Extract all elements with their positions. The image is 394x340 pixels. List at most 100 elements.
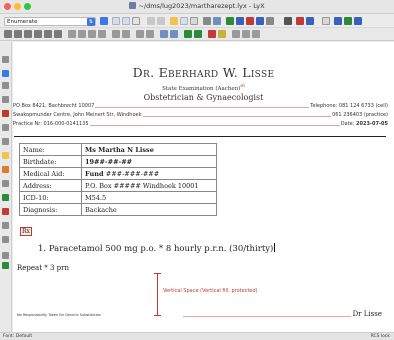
operators-icon[interactable] [170,30,178,38]
postal-address: PO Box 8421, Bachbrecht 10007 [13,103,96,109]
text-style-icon[interactable] [242,30,250,38]
find-icon[interactable] [203,17,211,25]
paragraph-settings-icon[interactable] [252,30,260,38]
sidebar-tool-icon[interactable] [2,252,9,259]
paragraph-style-select[interactable]: Enumerate ⇅ [4,17,96,26]
label-icon[interactable] [306,17,314,25]
left-sidebar [0,42,12,332]
sidebar-tool-icon[interactable] [2,262,9,269]
table-value[interactable]: M54.5 [81,191,217,204]
sidebar-tool-icon[interactable] [2,96,9,103]
integral-icon[interactable] [122,30,130,38]
table-value[interactable]: 19##-##-## [81,155,217,168]
cut-icon[interactable] [170,17,178,25]
relations-icon[interactable] [184,30,192,38]
lyx-document-icon [129,2,137,9]
delimiter-icon[interactable] [136,30,144,38]
align-left-icon[interactable] [4,30,12,38]
sidebar-tool-icon[interactable] [2,152,9,159]
vertical-space-label: Vertical Space (Vertical fill, protected… [163,288,258,294]
open-document-icon[interactable] [112,17,120,25]
table-row: Medical Aid: Fund ###-###-### [19,167,217,180]
table-value[interactable]: P.O. Box ##### Windhoek 10001 [81,179,217,192]
address-row-3: Practice Nr: 016-000-0141135 Date: 2023-… [13,120,394,129]
math-icon[interactable] [256,17,264,25]
table-row: ICD-10: M54.5 [19,191,217,204]
view-icon[interactable] [322,17,330,25]
align-right-icon[interactable] [24,30,32,38]
align-center-icon[interactable] [14,30,22,38]
responsibility-note: No Responsibility Taken for Generic Subs… [17,313,102,317]
qualification-line: State Examination (Aachen)el [162,83,245,92]
table-value[interactable]: Backache [81,203,217,216]
practice-telephone: 061 236403 (practice) [331,112,388,118]
sidebar-tool-icon[interactable] [2,110,9,117]
greek-icon[interactable] [160,30,168,38]
toggle-source-icon[interactable] [354,17,362,25]
print-icon[interactable] [132,17,140,25]
sidebar-tool-icon[interactable] [2,194,9,201]
fraction-icon[interactable] [68,30,76,38]
spellcheck-icon[interactable] [226,17,234,25]
noun-icon[interactable] [246,17,254,25]
table-label: Diagnosis: [19,203,82,216]
dots-icon[interactable] [218,30,226,38]
footnote-marker[interactable]: el [240,83,245,89]
table-value[interactable]: Ms Martha N Lisse [81,143,217,156]
table-row: Birthdate: 19##-##-## [19,155,217,168]
sqrt-icon[interactable] [78,30,86,38]
sidebar-tool-icon[interactable] [2,180,9,187]
sidebar-tool-icon[interactable] [2,166,9,173]
table-value[interactable]: Fund ###-###-### [81,167,217,180]
table-icon[interactable] [266,17,274,25]
font-change-icon[interactable] [232,30,240,38]
replace-icon[interactable] [213,17,221,25]
rx-inset[interactable]: Rx [20,227,32,236]
sidebar-tool-icon[interactable] [2,208,9,215]
table-row: Address: P.O. Box ##### Windhoek 10001 [19,179,217,192]
patient-info-table[interactable]: Name: Ms Martha N Lisse Birthdate: 19##-… [19,143,217,216]
sidebar-tool-icon[interactable] [2,70,9,77]
sidebar-tool-icon[interactable] [2,236,9,243]
sum-operator-icon[interactable] [112,30,120,38]
increase-depth-icon[interactable] [54,30,62,38]
sum-icon[interactable] [284,17,292,25]
lyx-window: ~/dms/lug2023/martharezept.lyx - LyX Enu… [0,0,394,340]
undo-icon[interactable] [147,17,155,25]
sidebar-tool-icon[interactable] [2,82,9,89]
repeat-instruction[interactable]: Repeat * 3 prn [17,264,69,272]
prescription-item[interactable]: 1. Paracetamol 500 mg p.o. * 8 hourly p.… [38,243,276,254]
status-font: Font: Default [3,334,33,339]
practice-number: Practice Nr: 016-000-0141135 [13,121,90,127]
toggle-outline-icon[interactable] [344,17,352,25]
table-label: ICD-10: [19,191,82,204]
document-canvas[interactable]: Dr. Eberhard W. Lisse State Examination … [13,42,394,332]
decrease-depth-icon[interactable] [44,30,52,38]
save-document-icon[interactable] [122,17,130,25]
table-label: Name: [19,143,82,156]
paste-icon[interactable] [190,17,198,25]
date-field: Date: 2023-07-05 [339,121,388,127]
footnote-icon[interactable] [296,17,304,25]
vertical-space-marker[interactable] [157,273,158,315]
sidebar-tool-icon[interactable] [2,56,9,63]
justify-icon[interactable] [34,30,42,38]
table-label: Birthdate: [19,155,82,168]
superscript-icon[interactable] [88,30,96,38]
signature-line [183,316,353,317]
sidebar-tool-icon[interactable] [2,222,9,229]
arrows-icon[interactable] [194,30,202,38]
update-icon[interactable] [334,17,342,25]
sidebar-tool-icon[interactable] [2,124,9,131]
title-bar: ~/dms/lug2023/martharezept.lyx - LyX [0,0,394,14]
text-cursor [274,243,276,252]
sidebar-tool-icon[interactable] [2,138,9,145]
address-row-1: PO Box 8421, Bachbrecht 10007 Telephone:… [13,102,394,111]
subscript-icon[interactable] [98,30,106,38]
new-document-icon[interactable] [100,17,108,25]
matrix-icon[interactable] [146,30,154,38]
redo-icon[interactable] [157,17,165,25]
misc-symbols-icon[interactable] [208,30,216,38]
copy-icon[interactable] [180,17,188,25]
emphasis-icon[interactable] [236,17,244,25]
